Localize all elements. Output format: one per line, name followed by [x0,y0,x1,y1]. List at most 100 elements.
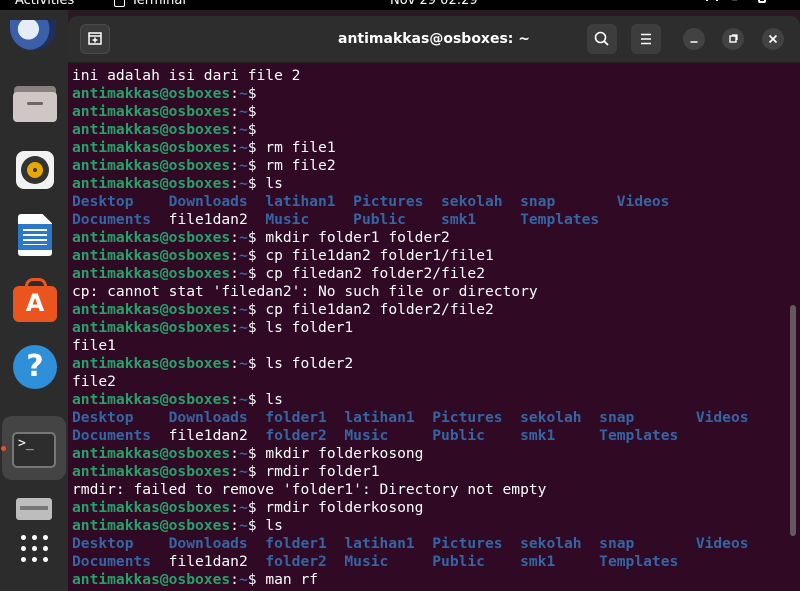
ubuntu-software-icon[interactable]: A [10,276,58,324]
terminal-text: : [230,103,239,120]
terminal-line: ini adalah isi dari file 2 [72,67,300,85]
terminal-line: rmdir: failed to remove 'folder1': Direc… [72,481,546,499]
prompt-user: antimakkas@osboxes [72,301,231,318]
help-glyph: ? [13,345,57,389]
terminal-line: Documents file1dan2 folder2 Music Public… [72,427,678,445]
prompt-path: ~ [238,85,248,102]
header-bar[interactable] [68,16,800,63]
prompt-user: antimakkas@osboxes [72,355,231,372]
terminal-line: antimakkas@osboxes:~$ mkdir folderkosong [72,445,423,463]
terminal-text: : [230,319,239,336]
files-icon[interactable] [10,78,58,126]
directory-name: Music Public smk1 Templates [265,211,600,228]
libreoffice-writer-icon[interactable] [10,210,58,258]
directory-name: folder2 Music Public smk1 Templates [265,427,679,444]
terminal-text: ini adalah isi dari file 2 [72,67,301,84]
terminal-text: : [230,301,239,318]
prompt-path: ~ [238,355,248,372]
new-tab-icon [88,32,102,45]
new-tab-button[interactable] [80,24,110,54]
show-applications-icon[interactable] [10,532,58,580]
directory-name: folder2 Music Public smk1 Templates [265,553,679,570]
prompt-user: antimakkas@osboxes [72,121,231,138]
prompt-path: ~ [238,157,248,174]
terminal-text: $ ls [247,517,283,534]
maximize-button[interactable] [722,28,744,50]
terminal-line: Documents file1dan2 folder2 Music Public… [72,553,678,571]
terminal-line: antimakkas@osboxes:~$ rmdir folder1 [72,463,380,481]
prompt-user: antimakkas@osboxes [72,85,231,102]
search-icon [594,31,609,46]
prompt-user: antimakkas@osboxes [72,265,231,282]
prompt-path: ~ [238,301,248,318]
terminal-text: file1dan2 [168,211,266,228]
prompt-path: ~ [238,499,248,516]
terminal-output[interactable]: ini adalah isi dari file 2 antimakkas@osb… [68,63,788,591]
terminal-line: antimakkas@osboxes:~$ mkdir folder1 fold… [72,229,450,247]
prompt-path: ~ [238,175,248,192]
help-icon[interactable]: ? [10,342,58,390]
terminal-line: antimakkas@osboxes:~$ rm file2 [72,157,336,175]
activities-button[interactable]: Activities [15,0,74,8]
minimize-button[interactable] [683,28,705,50]
terminal-text: : [230,157,239,174]
terminal-text: $ rmdir folderkosong [247,499,424,516]
prompt-user: antimakkas@osboxes [72,445,231,462]
terminal-text: : [230,85,239,102]
minimize-icon [690,41,698,43]
prompt-user: antimakkas@osboxes [72,103,231,120]
terminal-text: $ rm file1 [247,139,336,156]
prompt-path: ~ [238,445,248,462]
prompt-user: antimakkas@osboxes [72,175,231,192]
prompt-path: ~ [238,103,248,120]
search-button[interactable] [587,24,617,54]
directory-name: Documents [72,553,169,570]
terminal-text: $ mkdir folder1 folder2 [247,229,450,246]
terminal-text: : [230,517,239,534]
terminal-line: antimakkas@osboxes:~$ rm file1 [72,139,336,157]
prompt-path: ~ [238,121,248,138]
terminal-line: file1 [72,337,116,355]
terminal-icon[interactable]: >_ [1,416,66,480]
terminal-line: Documents file1dan2 Music Public smk1 Te… [72,211,599,229]
menu-button[interactable] [631,24,661,54]
terminal-text: file1dan2 [168,553,266,570]
directory-name: Documents [72,427,169,444]
terminal-text: file1dan2 [168,427,266,444]
terminal-line: antimakkas@osboxes:~$ cp filedan2 folder… [72,265,485,283]
directory-name: Desktop Downloads latihan1 Pictures seko… [72,193,670,210]
terminal-line: antimakkas@osboxes:~$ [72,103,257,121]
app-menu-label: Terminal [131,0,186,8]
thunderbird-logo [10,20,56,50]
prompt-path: ~ [238,517,248,534]
terminal-line: antimakkas@osboxes:~$ [72,121,257,139]
running-indicator [1,446,6,451]
directory-name: Desktop Downloads folder1 latihan1 Pictu… [72,409,749,426]
terminal-text: $ ls [247,391,283,408]
terminal-text: : [230,499,239,516]
terminal-line: cp: cannot stat 'filedan2': No such file… [72,283,538,301]
network-icon [706,0,718,1]
terminal-line: antimakkas@osboxes:~$ ls [72,175,283,193]
terminal-app-icon [114,0,125,7]
app-menu[interactable]: Terminal [114,0,186,8]
prompt-user: antimakkas@osboxes [72,319,231,336]
terminal-line: antimakkas@osboxes:~$ cp file1dan2 folde… [72,301,494,319]
clock[interactable]: Nov 29 02:29 [390,0,478,8]
rhythmbox-icon[interactable] [10,145,58,193]
terminal-line: antimakkas@osboxes:~$ ls [72,517,283,535]
prompt-user: antimakkas@osboxes [72,391,231,408]
terminal-text: $ [247,103,257,120]
terminal-text: : [230,265,239,282]
prompt-path: ~ [238,463,248,480]
terminal-text: : [230,121,239,138]
terminal-text: : [230,445,239,462]
terminal-text: file1 [72,337,116,354]
close-button[interactable] [762,28,784,50]
terminal-text: : [230,247,239,264]
terminal-scrollbar[interactable] [790,305,796,536]
terminal-text: $ cp file1dan2 folder2/file2 [247,301,494,318]
thunderbird-icon[interactable] [10,20,58,72]
prompt-user: antimakkas@osboxes [72,229,231,246]
system-menu[interactable] [706,0,766,3]
